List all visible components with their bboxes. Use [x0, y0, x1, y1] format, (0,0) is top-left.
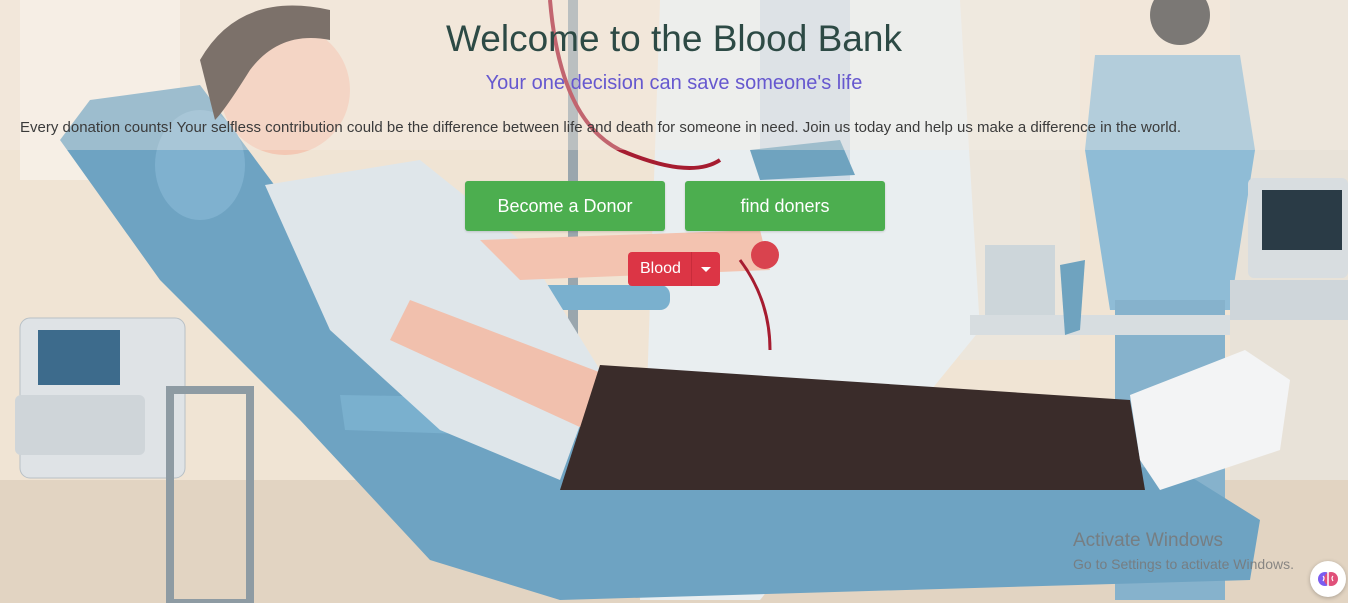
find-donors-button[interactable]: find doners: [685, 181, 885, 231]
brain-icon: [1318, 572, 1338, 586]
blood-dropdown-label[interactable]: Blood: [628, 252, 692, 286]
blood-dropdown[interactable]: Blood: [628, 252, 720, 286]
watermark-title: Activate Windows: [1073, 530, 1223, 551]
watermark-subtitle: Go to Settings to activate Windows.: [1073, 556, 1294, 572]
caret-down-icon: [700, 266, 711, 272]
become-donor-button[interactable]: Become a Donor: [465, 181, 665, 231]
hero-description: Every donation counts! Your selfless con…: [20, 119, 1182, 136]
activate-windows-watermark: Activate Windows Go to Settings to activ…: [1073, 530, 1294, 572]
dropdown-toggle[interactable]: [692, 252, 720, 286]
page-subtitle: Your one decision can save someone's lif…: [485, 72, 863, 94]
brain-extension-icon[interactable]: [1310, 561, 1346, 597]
page-title: Welcome to the Blood Bank: [446, 18, 902, 59]
